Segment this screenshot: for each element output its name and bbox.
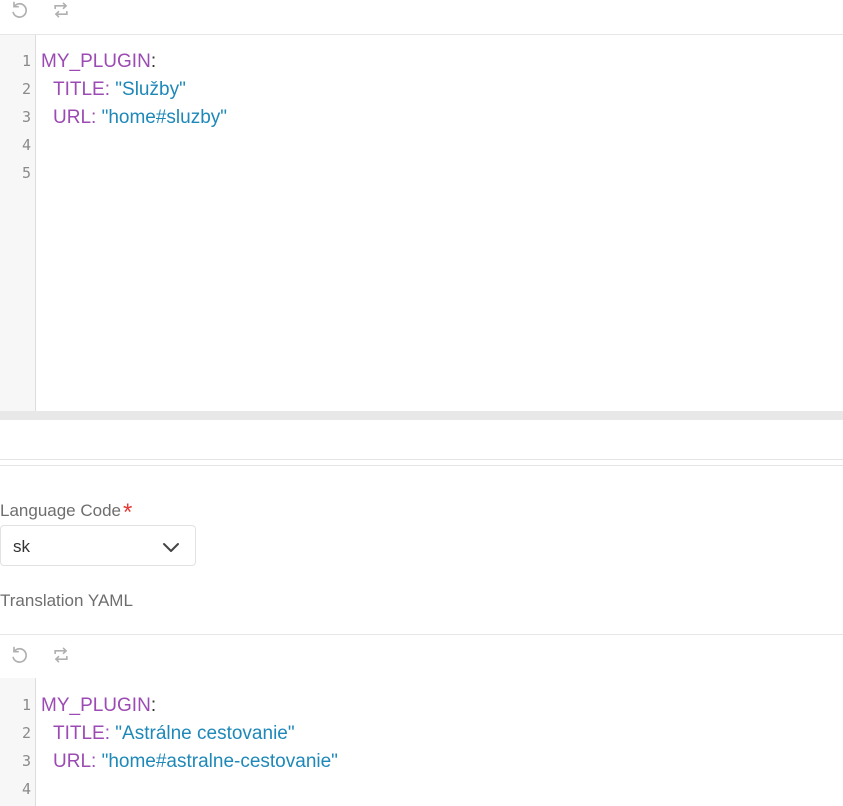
bottom-editor-toolbar (0, 634, 843, 679)
line-number: 3 (21, 108, 31, 126)
top-editor-toolbar (0, 0, 843, 35)
undo-icon (12, 646, 27, 663)
line-number: 1 (21, 696, 31, 714)
yaml-value: "home#sluzby" (101, 107, 228, 128)
bottom-yaml-editor[interactable]: 1 2 3 4 MY_PLUGIN: TITLE: "Astrálne cest… (0, 678, 843, 806)
undo-icon (12, 1, 27, 18)
line-number: 4 (21, 136, 31, 154)
line-number: 1 (21, 52, 31, 70)
language-code-value: sk (13, 537, 30, 556)
code-line: TITLE: "Astrálne cestovanie" (53, 720, 295, 748)
yaml-separator: : (104, 79, 116, 100)
language-code-label-text: Language Code (0, 501, 122, 520)
yaml-value: "Služby" (115, 79, 186, 100)
line-number: 2 (21, 80, 31, 98)
redo-button[interactable] (48, 642, 74, 668)
line-number-gutter: 1 2 3 4 (0, 678, 36, 806)
yaml-separator: : (104, 723, 116, 744)
yaml-separator: : (91, 107, 102, 128)
translation-yaml-label: Translation YAML (0, 591, 133, 610)
chevron-down-icon (163, 543, 179, 552)
line-number: 3 (21, 752, 31, 770)
code-line: URL: "home#sluzby" (53, 104, 227, 132)
yaml-key: MY_PLUGIN (41, 695, 151, 716)
yaml-value: "Astrálne cestovanie" (115, 723, 295, 744)
yaml-key: TITLE (53, 79, 105, 100)
editor-scrollbar[interactable] (0, 411, 843, 420)
yaml-key: TITLE (53, 723, 105, 744)
code-area[interactable]: MY_PLUGIN: TITLE: "Astrálne cestovanie" … (41, 678, 843, 806)
undo-button[interactable] (6, 642, 32, 668)
redo-icon (54, 647, 68, 663)
yaml-separator: : (150, 51, 157, 72)
undo-button[interactable] (6, 0, 32, 23)
code-line: MY_PLUGIN: (41, 48, 156, 76)
section-divider (0, 459, 843, 460)
redo-button[interactable] (48, 0, 74, 23)
code-line: URL: "home#astralne-cestovanie" (53, 748, 338, 776)
yaml-key: URL (53, 751, 92, 772)
code-line: MY_PLUGIN: (41, 692, 156, 720)
line-number: 2 (21, 724, 31, 742)
language-code-select[interactable]: sk (0, 525, 196, 566)
line-number: 4 (21, 780, 31, 798)
section-divider (0, 465, 843, 466)
yaml-key: MY_PLUGIN (41, 51, 151, 72)
yaml-separator: : (150, 695, 157, 716)
required-mark: * (123, 499, 133, 526)
language-code-label: Language Code* (0, 495, 133, 526)
yaml-value: "home#astralne-cestovanie" (101, 751, 338, 772)
code-area[interactable]: MY_PLUGIN: TITLE: "Služby" URL: "home#sl… (41, 35, 843, 411)
yaml-key: URL (53, 107, 92, 128)
yaml-separator: : (91, 751, 102, 772)
top-yaml-editor[interactable]: 1 2 3 4 5 MY_PLUGIN: TITLE: "Služby" URL… (0, 35, 843, 411)
redo-icon (54, 2, 68, 18)
code-line: TITLE: "Služby" (53, 76, 186, 104)
line-number-gutter: 1 2 3 4 5 (0, 35, 36, 411)
line-number: 5 (21, 164, 31, 182)
